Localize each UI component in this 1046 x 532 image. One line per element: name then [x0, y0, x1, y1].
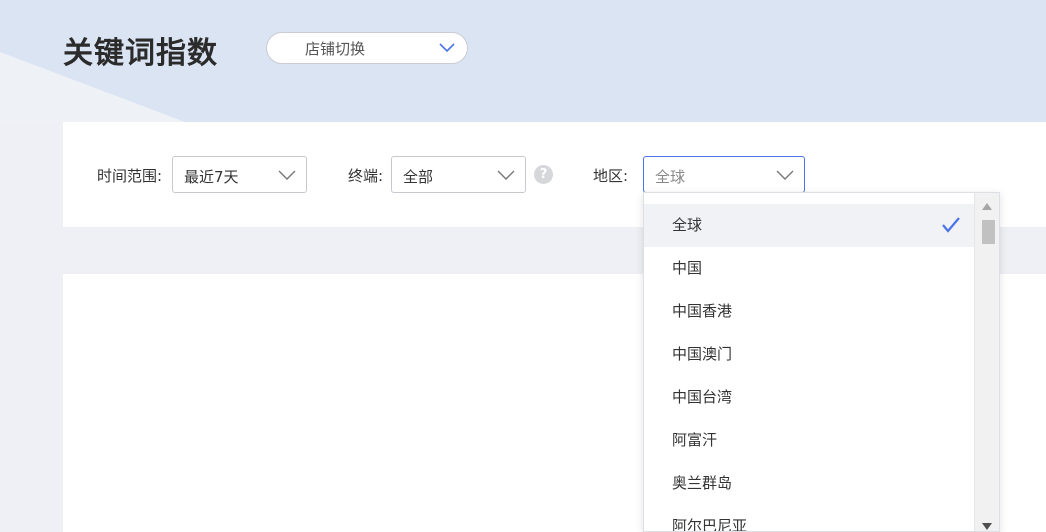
question-icon[interactable]: ?: [534, 165, 553, 184]
terminal-select[interactable]: 全部: [391, 156, 526, 193]
region-option[interactable]: 奥兰群岛: [644, 462, 974, 505]
checkmark-icon: [942, 217, 960, 233]
region-option[interactable]: 中国澳门: [644, 333, 974, 376]
scroll-up-arrow-icon[interactable]: [982, 203, 992, 210]
chevron-down-icon: [776, 170, 794, 180]
region-option[interactable]: 中国台湾: [644, 376, 974, 419]
scroll-down-arrow-icon[interactable]: [982, 523, 992, 530]
region-label: 地区:: [593, 167, 629, 185]
region-option[interactable]: 全球: [644, 204, 974, 247]
region-option[interactable]: 阿富汗: [644, 419, 974, 462]
region-option-list: 全球 中国 中国香港 中国澳门 中国台湾 阿富汗 奥兰群岛 阿尔巴尼亚: [644, 204, 974, 531]
shop-switch-label: 店铺切换: [305, 39, 366, 58]
region-value: 全球: [655, 168, 686, 186]
time-range-select[interactable]: 最近7天: [172, 156, 307, 193]
scrollbar-thumb[interactable]: [982, 220, 995, 244]
region-option[interactable]: 中国香港: [644, 290, 974, 333]
chevron-down-icon: [497, 170, 515, 180]
time-range-value: 最近7天: [184, 168, 239, 186]
region-select[interactable]: 全球: [643, 156, 805, 193]
chevron-down-icon: [278, 170, 296, 180]
chevron-down-icon: [439, 43, 455, 53]
terminal-label: 终端:: [348, 167, 384, 185]
region-option[interactable]: 阿尔巴尼亚: [644, 505, 974, 531]
region-dropdown: 全球 中国 中国香港 中国澳门 中国台湾 阿富汗 奥兰群岛 阿尔巴尼亚: [643, 192, 1000, 532]
header-banner: 关键词指数 店铺切换: [0, 0, 1046, 122]
shop-switch-select[interactable]: 店铺切换: [266, 32, 468, 64]
terminal-value: 全部: [403, 168, 434, 186]
time-range-label: 时间范围:: [97, 167, 163, 185]
region-option[interactable]: 中国: [644, 247, 974, 290]
dropdown-scrollbar[interactable]: [974, 193, 999, 531]
page-title: 关键词指数: [63, 36, 218, 71]
